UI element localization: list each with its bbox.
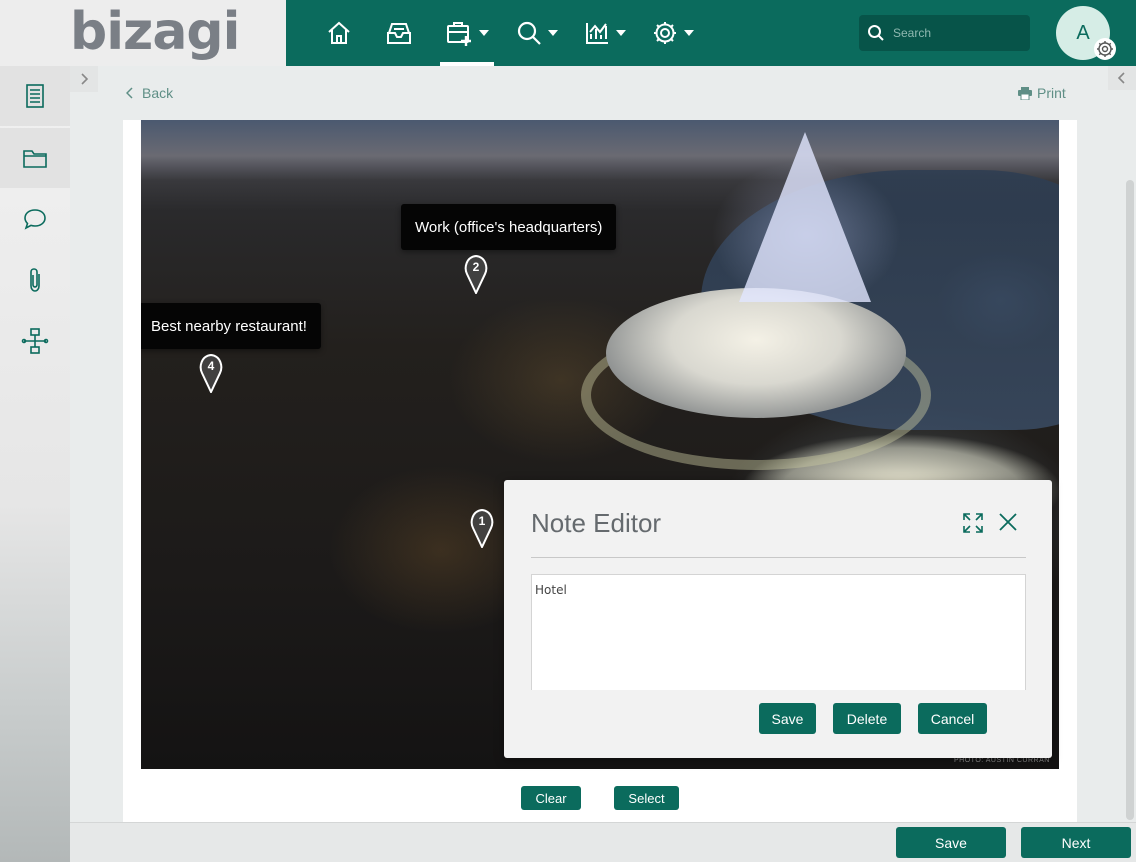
nav-inbox[interactable] — [382, 0, 416, 66]
chevron-left-icon — [126, 87, 133, 99]
expand-icon — [963, 513, 983, 533]
photo-space-needle-top — [606, 288, 906, 418]
nav-analytics[interactable] — [582, 0, 628, 66]
photo-credit: PHOTO: AUSTIN CURRAN — [954, 757, 1050, 764]
avatar-settings[interactable] — [1094, 38, 1116, 60]
marker-tooltip-2: Work (office's headquarters) — [401, 204, 617, 250]
new-case-icon — [447, 22, 471, 46]
nav-new-case[interactable] — [440, 0, 494, 66]
chevron-down-icon — [479, 30, 489, 36]
note-text-area[interactable]: Hotel — [531, 574, 1026, 690]
photo-light-tree — [739, 132, 871, 302]
note-save-button[interactable]: Save — [759, 703, 816, 734]
page-scrollbar[interactable] — [1126, 180, 1134, 820]
marker-tooltip-4: Best nearby restaurant! — [141, 303, 321, 349]
print-label: Print — [1037, 85, 1066, 101]
nav-search[interactable] — [514, 0, 560, 66]
search-input[interactable] — [893, 26, 1023, 40]
chevron-down-icon — [548, 30, 558, 36]
analytics-icon — [586, 23, 608, 44]
chevron-left-icon — [1117, 72, 1125, 84]
global-search[interactable] — [859, 15, 1030, 51]
nav-settings[interactable] — [650, 0, 696, 66]
home-icon — [328, 21, 350, 44]
sidebar-item-process-map[interactable] — [0, 311, 70, 371]
expand-right-panel-toggle[interactable] — [1108, 66, 1136, 90]
annotation-marker-2[interactable]: 2 — [463, 254, 489, 296]
gear-icon — [654, 22, 676, 44]
marker-number: 4 — [207, 359, 215, 373]
sidebar-item-folders[interactable] — [0, 128, 70, 188]
sidebar-item-form[interactable] — [0, 66, 70, 126]
back-label: Back — [142, 85, 174, 101]
annotation-marker-4[interactable]: 4 — [198, 353, 224, 395]
nav-home[interactable] — [322, 0, 356, 66]
case-sidebar — [0, 66, 70, 862]
avatar-initial: A — [1076, 21, 1090, 44]
marker-number: 1 — [478, 514, 486, 528]
dialog-divider — [531, 557, 1026, 558]
note-delete-button[interactable]: Delete — [833, 703, 901, 734]
close-button[interactable] — [998, 512, 1018, 537]
print-link[interactable]: Print — [1018, 85, 1066, 101]
marker-number: 2 — [472, 260, 480, 274]
sidebar-item-comments[interactable] — [0, 189, 70, 249]
back-link[interactable]: Back — [126, 85, 173, 101]
maximize-button[interactable] — [962, 512, 984, 539]
expand-sidebar-toggle[interactable] — [70, 66, 98, 92]
next-button[interactable]: Next — [1021, 827, 1131, 858]
sidebar-item-attachments[interactable] — [0, 250, 70, 310]
form-save-button[interactable]: Save — [896, 827, 1006, 858]
chevron-right-icon — [81, 73, 89, 85]
bizagi-logo: bizagi — [70, 2, 240, 62]
attachment-icon — [30, 268, 40, 292]
folder-icon — [23, 150, 47, 168]
chevron-down-icon — [616, 30, 626, 36]
search-icon — [517, 21, 541, 45]
dialog-title: Note Editor — [531, 508, 662, 538]
note-editor-dialog: Note Editor Hotel Save Delete Cancel — [504, 480, 1052, 758]
clear-button[interactable]: Clear — [521, 786, 581, 810]
search-icon — [868, 25, 884, 41]
select-button[interactable]: Select — [614, 786, 679, 810]
gear-icon — [1097, 41, 1113, 57]
process-map-icon — [21, 328, 49, 354]
logo-area: bizagi — [0, 0, 286, 66]
form-icon — [26, 84, 44, 108]
top-navigation-bar: A — [286, 0, 1136, 66]
chevron-down-icon — [684, 30, 694, 36]
inbox-icon — [387, 23, 411, 44]
annotation-marker-1[interactable]: 1 — [469, 508, 495, 550]
comment-icon — [24, 209, 46, 230]
printer-icon — [1018, 86, 1032, 100]
close-icon — [999, 513, 1017, 531]
note-cancel-button[interactable]: Cancel — [918, 703, 987, 734]
